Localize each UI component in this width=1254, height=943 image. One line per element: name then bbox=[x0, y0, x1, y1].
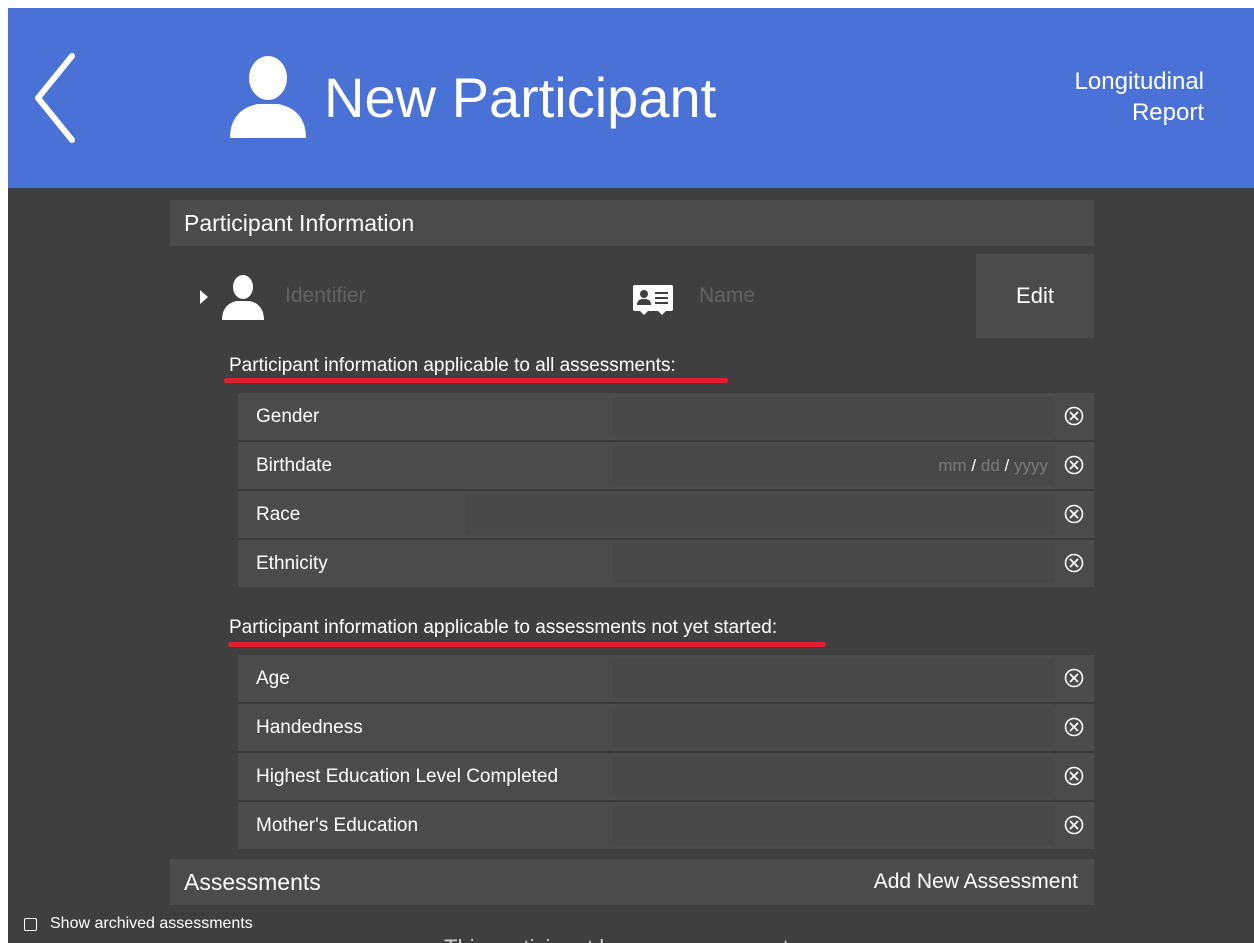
edit-button[interactable]: Edit bbox=[976, 254, 1094, 338]
date-year-placeholder: yyyy bbox=[1014, 456, 1048, 475]
person-icon bbox=[222, 275, 264, 320]
app-window: New Participant Longitudinal Report Part… bbox=[8, 8, 1254, 943]
field-row-handedness: Handedness bbox=[238, 704, 1094, 753]
triangle-right-icon[interactable] bbox=[200, 290, 208, 304]
field-row-mothers-education: Mother's Education bbox=[238, 802, 1094, 849]
identifier-row: Identifier Name Edit bbox=[170, 254, 1094, 338]
mothers-education-input[interactable] bbox=[612, 806, 1054, 845]
field-row-gender: Gender bbox=[238, 393, 1094, 442]
field-row-age: Age bbox=[238, 655, 1094, 704]
add-new-assessment-button[interactable]: Add New Assessment bbox=[874, 859, 1078, 905]
not-started-subtitle: Participant information applicable to as… bbox=[229, 617, 778, 638]
not-started-field-list: Age Handedness Highest Education Level C… bbox=[238, 655, 1094, 849]
clear-circle-x-icon[interactable] bbox=[1064, 504, 1084, 524]
back-button[interactable] bbox=[26, 48, 86, 148]
field-label: Mother's Education bbox=[256, 815, 419, 836]
all-assessments-field-list: Gender Birthdate mm / dd / yyyy Race Eth… bbox=[238, 393, 1094, 587]
longitudinal-report-button[interactable]: Longitudinal Report bbox=[1004, 66, 1204, 128]
field-label: Age bbox=[256, 668, 290, 689]
report-link-line1: Longitudinal bbox=[1074, 68, 1204, 95]
red-underline bbox=[224, 378, 728, 383]
field-row-birthdate: Birthdate mm / dd / yyyy bbox=[238, 442, 1094, 491]
show-archived-label: Show archived assessments bbox=[50, 915, 253, 932]
nav-header: New Participant Longitudinal Report bbox=[8, 8, 1254, 188]
field-row-education: Highest Education Level Completed bbox=[238, 753, 1094, 802]
assessments-title: Assessments bbox=[184, 869, 321, 895]
field-label: Ethnicity bbox=[256, 553, 328, 574]
field-label: Handedness bbox=[256, 717, 363, 738]
show-archived-toggle[interactable]: Show archived assessments bbox=[24, 914, 253, 934]
clear-circle-x-icon[interactable] bbox=[1064, 717, 1084, 737]
clear-circle-x-icon[interactable] bbox=[1064, 766, 1084, 786]
assessments-header: Assessments Add New Assessment bbox=[170, 859, 1094, 905]
age-input[interactable] bbox=[612, 659, 1054, 698]
field-label: Birthdate bbox=[256, 455, 333, 476]
clear-circle-x-icon[interactable] bbox=[1064, 553, 1084, 573]
clear-circle-x-icon[interactable] bbox=[1064, 455, 1084, 475]
field-row-ethnicity: Ethnicity bbox=[238, 540, 1094, 587]
gender-input[interactable] bbox=[612, 397, 1054, 436]
field-label: Gender bbox=[256, 406, 320, 427]
field-label: Highest Education Level Completed bbox=[256, 766, 559, 787]
show-archived-checkbox[interactable] bbox=[24, 917, 37, 931]
participant-info-header: Participant Information bbox=[170, 200, 1094, 246]
participant-info-title: Participant Information bbox=[184, 210, 415, 236]
handedness-input[interactable] bbox=[612, 708, 1054, 747]
chevron-left-icon bbox=[35, 53, 75, 143]
ethnicity-input[interactable] bbox=[612, 544, 1054, 583]
person-icon bbox=[230, 56, 306, 138]
date-separator: / bbox=[971, 456, 977, 475]
clear-circle-x-icon[interactable] bbox=[1064, 406, 1084, 426]
date-day-placeholder: dd bbox=[980, 456, 1000, 475]
name-input[interactable]: Name bbox=[699, 282, 755, 310]
report-link-line2: Report bbox=[1131, 99, 1204, 126]
field-label: Race bbox=[256, 504, 301, 525]
clear-circle-x-icon[interactable] bbox=[1064, 815, 1084, 835]
education-input[interactable] bbox=[612, 757, 1054, 796]
race-input[interactable] bbox=[466, 495, 1054, 534]
clear-circle-x-icon[interactable] bbox=[1064, 668, 1084, 688]
page-title: New Participant bbox=[324, 66, 717, 129]
red-underline bbox=[228, 642, 826, 647]
field-row-race: Race bbox=[238, 491, 1094, 540]
date-month-placeholder: mm bbox=[938, 456, 967, 475]
empty-assessments-message: This participant has no assessments bbox=[444, 934, 800, 943]
date-separator: / bbox=[1004, 456, 1010, 475]
birthdate-input[interactable]: mm / dd / yyyy bbox=[612, 446, 1054, 485]
id-card-icon bbox=[633, 285, 673, 315]
all-assessments-subtitle: Participant information applicable to al… bbox=[229, 355, 676, 376]
identifier-input[interactable]: Identifier bbox=[285, 282, 366, 310]
